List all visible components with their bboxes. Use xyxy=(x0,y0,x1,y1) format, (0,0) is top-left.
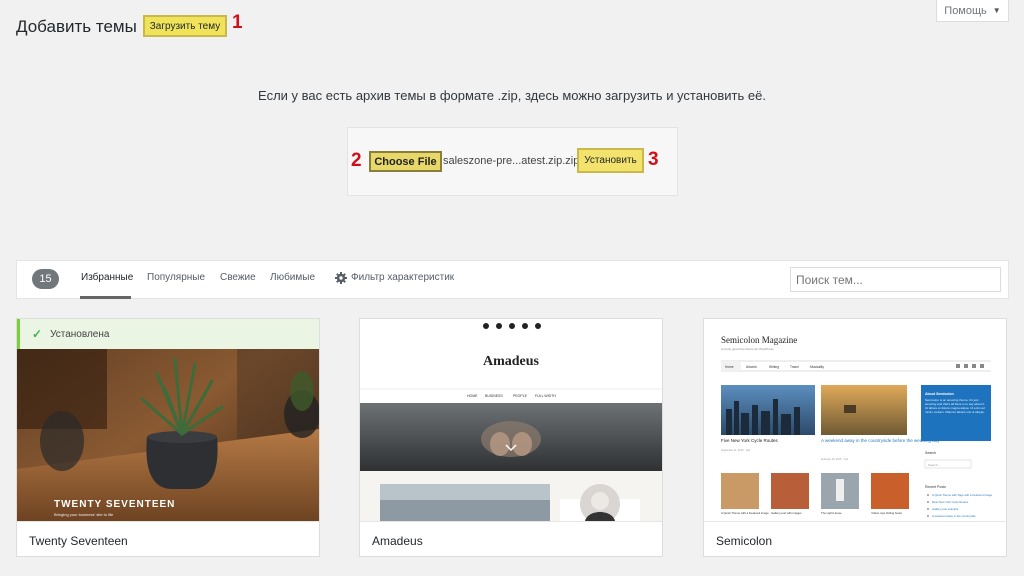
preview-search-placeholder: Search ... xyxy=(928,463,941,467)
preview-small-post: The Light House xyxy=(821,511,842,515)
preview-post-date: February 15, 2015 · Link xyxy=(821,458,849,461)
preview-menu-item: PEOPLE xyxy=(513,394,528,398)
screenshot-tagline: A pretty good free theme for WordPress xyxy=(721,347,774,351)
preview-recent-post: Gallery post example xyxy=(932,507,959,511)
preview-menu-item: BUSINESS xyxy=(485,394,503,398)
preview-post-title: Five New York Cycle Routes xyxy=(721,438,779,443)
page-title: Добавить темы xyxy=(16,17,137,36)
preview-post-date: September 11, 2019 · Link xyxy=(721,449,751,452)
preview-menu-item: FULL WIDTH xyxy=(535,394,556,398)
theme-count-badge: 15 xyxy=(32,269,59,289)
screenshot-site-title: TWENTY SEVENTEEN xyxy=(54,499,175,510)
choose-file-button[interactable]: Choose File xyxy=(369,151,442,172)
twenty-seventeen-preview: TWENTY SEVENTEEN Bringing your business'… xyxy=(17,319,319,521)
preview-menu-item: Musicality xyxy=(810,365,824,369)
theme-screenshot: Semicolon Magazine A pretty good free th… xyxy=(704,319,1006,521)
tab-featured[interactable]: Избранные xyxy=(81,272,133,283)
theme-filter-bar: 15 Избранные Популярные Свежие Любимые Ф… xyxy=(16,260,1009,299)
feature-filter-button[interactable]: Фильтр характеристик xyxy=(351,272,454,283)
preview-small-post: Yellow rope fishing boats xyxy=(871,511,902,515)
preview-recent-post: A Quick Theme with Tags with a Featured … xyxy=(932,493,993,497)
installed-notice: ✓ Установлена xyxy=(17,319,319,349)
screenshot-site-title: Amadeus xyxy=(483,354,540,369)
theme-name: Amadeus xyxy=(360,521,662,556)
caret-down-icon: ▼ xyxy=(992,6,1001,15)
theme-search-input[interactable] xyxy=(790,267,1001,292)
upload-theme-button[interactable]: Загрузить тему xyxy=(143,15,227,37)
selected-file-name: saleszone-pre...atest.zip.zip xyxy=(443,155,580,167)
preview-recent-posts-label: Recent Posts xyxy=(925,485,946,489)
theme-screenshot: TWENTY SEVENTEEN Bringing your business'… xyxy=(17,319,319,521)
help-label: Помощь xyxy=(944,4,987,17)
gear-icon[interactable] xyxy=(335,272,347,284)
active-tab-indicator xyxy=(80,296,131,299)
preview-sidebar-title: About Semicolon xyxy=(925,392,954,396)
installed-label: Установлена xyxy=(50,328,110,340)
theme-name: Twenty Seventeen xyxy=(17,521,319,556)
tab-favorites[interactable]: Любимые xyxy=(270,272,315,283)
theme-card-semicolon[interactable]: Semicolon Magazine A pretty good free th… xyxy=(703,318,1007,557)
preview-small-post: A Quick Theme with a Featured Image xyxy=(721,511,769,515)
screenshot-site-title: Semicolon Magazine xyxy=(721,335,797,345)
amadeus-preview: Amadeus HOME BUSINESS PEOPLE FULL WIDTH xyxy=(360,319,662,521)
preview-recent-post: Meet New York Cycle Routes xyxy=(932,500,969,504)
callout-1: 1 xyxy=(232,12,243,33)
callout-2: 2 xyxy=(351,150,362,171)
screenshot-tagline: Bringing your business' site to life xyxy=(54,512,114,517)
semicolon-preview: Semicolon Magazine A pretty good free th… xyxy=(704,319,1006,521)
preview-menu-item: Writing xyxy=(769,365,779,369)
help-button[interactable]: Помощь ▼ xyxy=(936,0,1009,22)
preview-menu-item: Home xyxy=(725,365,734,369)
preview-menu-item: Artwork xyxy=(746,365,757,369)
preview-menu-item: HOME xyxy=(467,394,478,398)
tab-popular[interactable]: Популярные xyxy=(147,272,205,283)
preview-small-post: Gallery post with images xyxy=(771,511,802,515)
preview-search-label: Search xyxy=(925,451,936,455)
theme-screenshot: Amadeus HOME BUSINESS PEOPLE FULL WIDTH xyxy=(360,319,662,521)
preview-menu-item: Travel xyxy=(790,365,799,369)
preview-sidebar-text: Semicolon is an amazing theme. It's just… xyxy=(925,398,985,414)
tab-latest[interactable]: Свежие xyxy=(220,272,256,283)
theme-card-twenty-seventeen[interactable]: ✓ Установлена TWENTY SEVENTEEN Bringing … xyxy=(16,318,320,557)
theme-card-amadeus[interactable]: Amadeus HOME BUSINESS PEOPLE FULL WIDTH xyxy=(359,318,663,557)
install-button[interactable]: Установить xyxy=(577,148,644,173)
check-icon: ✓ xyxy=(32,327,43,341)
upload-description: Если у вас есть архив темы в формате .zi… xyxy=(258,88,766,103)
callout-3: 3 xyxy=(648,149,659,170)
theme-name: Semicolon xyxy=(704,521,1006,556)
preview-recent-post: A weekend away in the countryside xyxy=(932,514,976,518)
